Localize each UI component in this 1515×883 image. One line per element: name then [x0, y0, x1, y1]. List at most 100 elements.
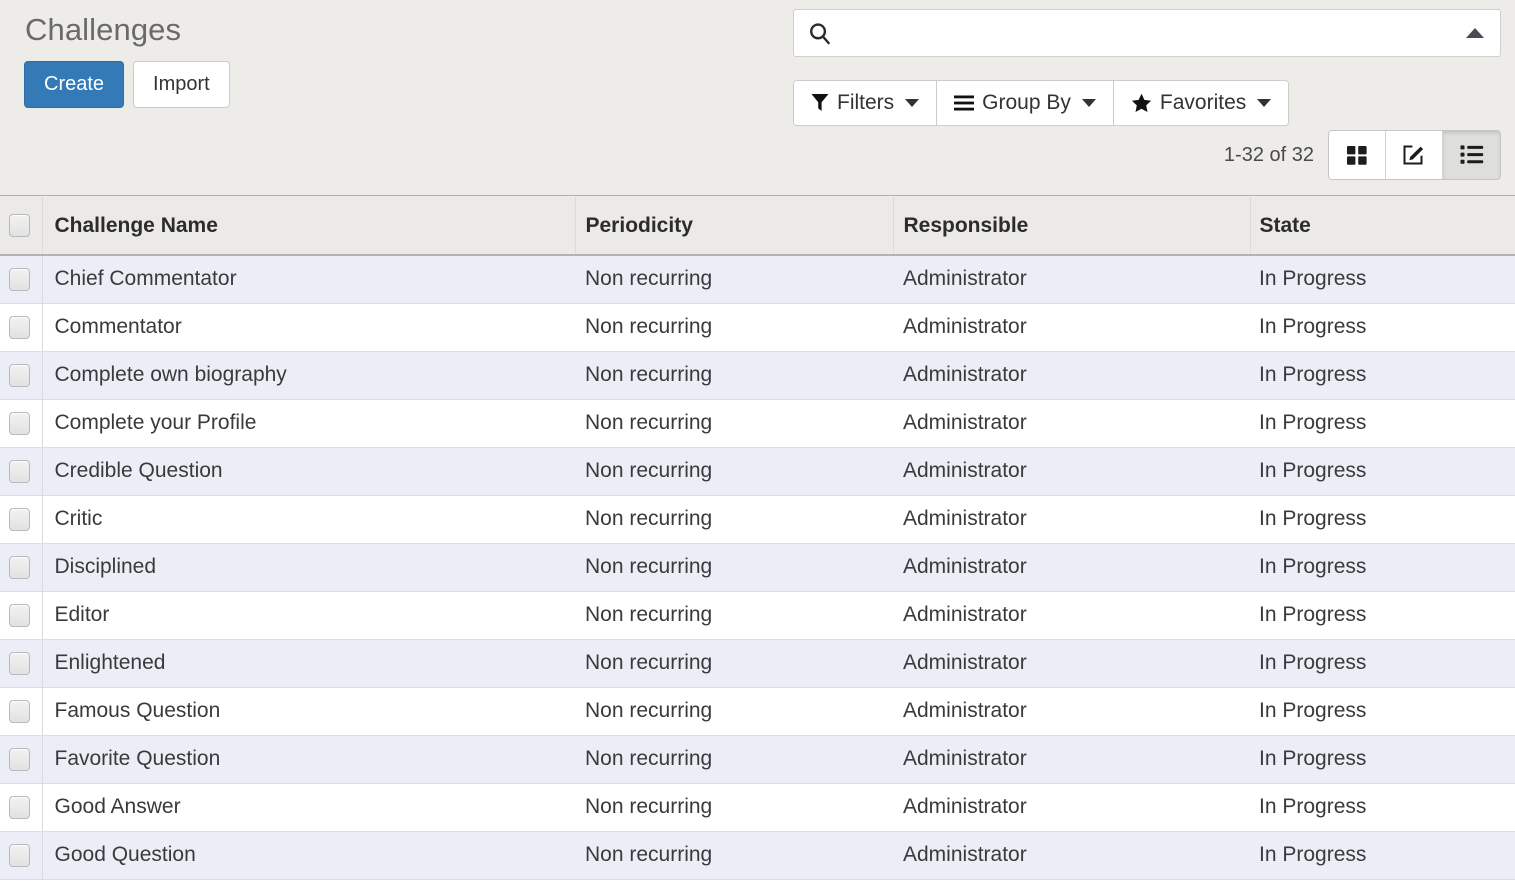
row-select-checkbox[interactable]: [9, 603, 30, 627]
cell-state: In Progress: [1250, 639, 1515, 688]
cell-responsible: Administrator: [893, 831, 1250, 880]
cell-state: In Progress: [1250, 735, 1515, 784]
cell-challenge-name: Chief Commentator: [42, 255, 575, 304]
row-select-checkbox[interactable]: [9, 459, 30, 483]
row-select-checkbox[interactable]: [9, 651, 30, 675]
cell-responsible: Administrator: [893, 303, 1250, 352]
table-row[interactable]: Famous Question Non recurring Administrato…: [0, 687, 1515, 736]
list-icon: [1460, 144, 1484, 166]
cell-challenge-name: Commentator: [42, 303, 575, 352]
table-row[interactable]: Credible Question Non recurring Administra…: [0, 447, 1515, 496]
cell-periodicity: Non recurring: [575, 639, 893, 688]
cell-state: In Progress: [1250, 303, 1515, 352]
row-select-cell: [0, 495, 43, 544]
row-select-checkbox[interactable]: [9, 411, 30, 435]
row-select-checkbox[interactable]: [9, 507, 30, 531]
table-row[interactable]: Disciplined Non recurring Administrator In …: [0, 543, 1515, 592]
cell-state: In Progress: [1250, 255, 1515, 304]
cell-responsible: Administrator: [893, 735, 1250, 784]
table-row[interactable]: Chief Commentator Non recurring Administra…: [0, 255, 1515, 304]
row-select-cell: [0, 447, 43, 496]
cell-challenge-name: Enlightened: [42, 639, 575, 688]
cell-periodicity: Non recurring: [575, 399, 893, 448]
table-row[interactable]: Commentator Non recurring Administrator In …: [0, 303, 1515, 352]
row-select-cell: [0, 399, 43, 448]
cell-periodicity: Non recurring: [575, 255, 893, 304]
row-select-cell: [0, 687, 43, 736]
cell-responsible: Administrator: [893, 495, 1250, 544]
cell-challenge-name: Critic: [42, 495, 575, 544]
favorites-dropdown-button[interactable]: Favorites: [1113, 81, 1289, 125]
grid-icon: [1345, 143, 1369, 167]
select-all-header: [0, 197, 43, 256]
cell-state: In Progress: [1250, 687, 1515, 736]
row-select-checkbox[interactable]: [9, 843, 30, 867]
row-select-checkbox[interactable]: [9, 315, 30, 339]
search-input[interactable]: [833, 13, 1464, 53]
row-select-checkbox[interactable]: [9, 268, 30, 292]
row-select-cell: [0, 783, 43, 832]
table-row[interactable]: Favorite Question Non recurring Administra…: [0, 735, 1515, 784]
table-row[interactable]: Complete your Profile Non recurring Admini…: [0, 399, 1515, 448]
search-options-group: Filters Group By Favorites: [793, 80, 1290, 126]
column-header-periodicity[interactable]: Periodicity: [575, 197, 894, 256]
list-view-button[interactable]: [1443, 131, 1500, 179]
cell-challenge-name: Editor: [42, 591, 575, 640]
cell-state: In Progress: [1250, 783, 1515, 832]
cell-responsible: Administrator: [893, 591, 1250, 640]
column-header-challenge-name[interactable]: Challenge Name: [42, 197, 576, 256]
search-box[interactable]: [793, 9, 1501, 57]
cell-state: In Progress: [1250, 831, 1515, 880]
table-head: Challenge Name Periodicity Responsible S…: [0, 197, 1515, 256]
list-view-container: Challenge Name Periodicity Responsible S…: [0, 197, 1515, 883]
table-row[interactable]: Good Question Non recurring Administrator I…: [0, 831, 1515, 880]
filters-dropdown-button[interactable]: Filters: [794, 81, 938, 125]
kanban-view-button[interactable]: [1329, 131, 1386, 179]
row-select-checkbox[interactable]: [9, 363, 30, 387]
challenges-table: Challenge Name Periodicity Responsible S…: [0, 197, 1515, 880]
table-row[interactable]: Good Answer Non recurring Administrator In …: [0, 783, 1515, 832]
cell-periodicity: Non recurring: [575, 447, 893, 496]
table-row[interactable]: Editor Non recurring Administrator In Progr…: [0, 591, 1515, 640]
cell-periodicity: Non recurring: [575, 687, 893, 736]
bars-icon: [954, 94, 975, 112]
page-title: Challenges: [25, 12, 182, 47]
cell-periodicity: Non recurring: [575, 303, 893, 352]
row-select-checkbox[interactable]: [9, 747, 30, 771]
row-select-cell: [0, 591, 43, 640]
cell-responsible: Administrator: [893, 783, 1250, 832]
form-view-button[interactable]: [1386, 131, 1443, 179]
control-panel-left: Challenges Create Import: [24, 12, 230, 108]
row-select-checkbox[interactable]: [9, 795, 30, 819]
row-select-checkbox[interactable]: [9, 555, 30, 579]
row-select-cell: [0, 831, 43, 880]
group-by-dropdown-button[interactable]: Group By: [937, 81, 1114, 125]
row-select-cell: [0, 303, 43, 352]
row-select-cell: [0, 351, 43, 400]
cell-state: In Progress: [1250, 543, 1515, 592]
cell-responsible: Administrator: [893, 351, 1250, 400]
group-by-label: Group By: [982, 91, 1071, 114]
cell-periodicity: Non recurring: [575, 591, 893, 640]
cell-state: In Progress: [1250, 495, 1515, 544]
table-row[interactable]: Complete own biography Non recurring Admin…: [0, 351, 1515, 400]
row-select-cell: [0, 735, 43, 784]
view-switcher: [1328, 130, 1501, 180]
create-button[interactable]: Create: [24, 61, 125, 108]
cell-state: In Progress: [1250, 447, 1515, 496]
column-header-state[interactable]: State: [1250, 197, 1515, 256]
import-button[interactable]: Import: [133, 61, 230, 108]
table-row[interactable]: Enlightened Non recurring Administrator In …: [0, 639, 1515, 688]
select-all-checkbox[interactable]: [9, 214, 30, 238]
action-button-row: Create Import: [24, 61, 230, 108]
cell-challenge-name: Complete own biography: [42, 351, 575, 400]
cell-challenge-name: Credible Question: [42, 447, 575, 496]
cell-responsible: Administrator: [893, 255, 1250, 304]
cell-periodicity: Non recurring: [575, 495, 893, 544]
cell-periodicity: Non recurring: [575, 783, 893, 832]
table-row[interactable]: Critic Non recurring Administrator In Progr…: [0, 495, 1515, 544]
column-header-responsible[interactable]: Responsible: [893, 197, 1251, 256]
row-select-checkbox[interactable]: [9, 699, 30, 723]
table-body: Chief Commentator Non recurring Administra…: [0, 255, 1515, 880]
caret-up-icon[interactable]: [1464, 26, 1488, 40]
